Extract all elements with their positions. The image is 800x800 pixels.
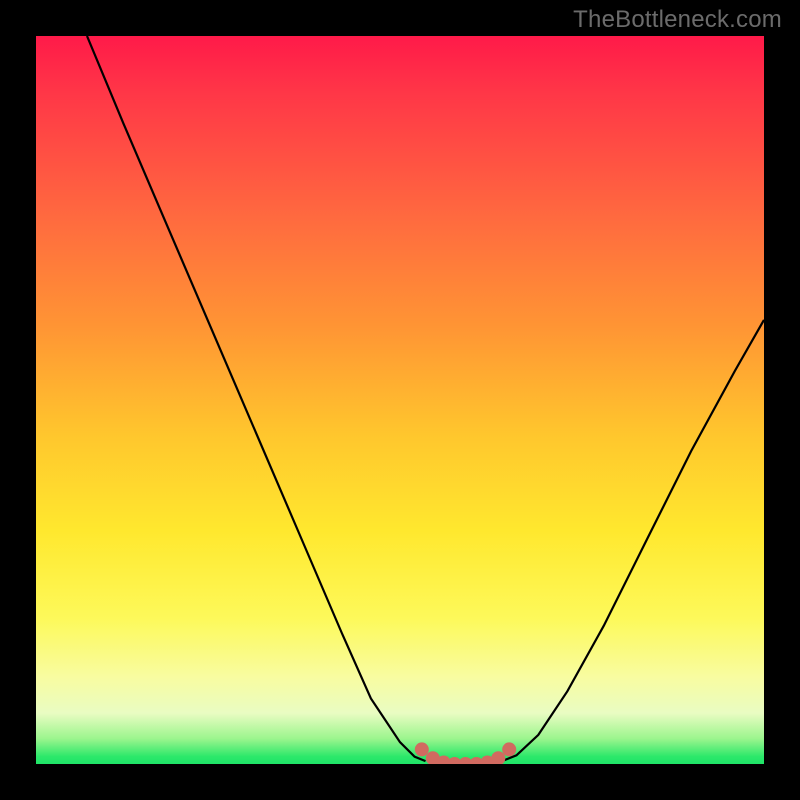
curve-right-arm <box>502 320 764 761</box>
plot-area <box>36 36 764 764</box>
marker-dot <box>415 742 429 756</box>
chart-frame: TheBottleneck.com <box>0 0 800 800</box>
marker-cluster <box>415 742 516 764</box>
curve-layer <box>36 36 764 764</box>
marker-dot <box>491 751 505 764</box>
attribution-text: TheBottleneck.com <box>573 6 782 34</box>
curve-left-arm <box>87 36 426 761</box>
marker-dot <box>502 742 516 756</box>
